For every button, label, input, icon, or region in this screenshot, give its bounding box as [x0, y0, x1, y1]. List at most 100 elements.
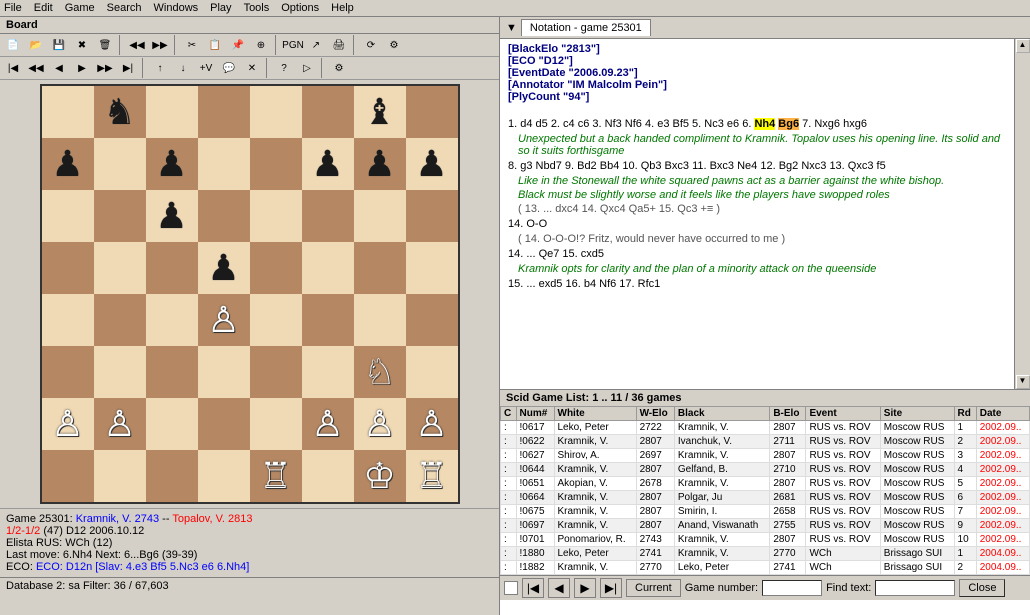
square-3-6[interactable]: [354, 242, 406, 294]
col-event[interactable]: Event: [806, 407, 880, 421]
square-3-2[interactable]: [146, 242, 198, 294]
chess-board[interactable]: ♞♝♟♟♟♟♟♟♟♙♘♙♙♙♙♙♖♔♖: [40, 84, 460, 504]
close-btn[interactable]: ✖: [71, 35, 93, 55]
save-btn[interactable]: 💾: [48, 35, 70, 55]
square-4-1[interactable]: [94, 294, 146, 346]
square-2-1[interactable]: [94, 190, 146, 242]
table-row[interactable]: :!1880Leko, Peter2741Kramnik, V.2770WChB…: [501, 547, 1030, 561]
square-7-2[interactable]: [146, 450, 198, 502]
var-up-btn[interactable]: ↑: [149, 58, 171, 78]
col-rd[interactable]: Rd: [954, 407, 976, 421]
square-6-7[interactable]: ♙: [406, 398, 458, 450]
square-1-4[interactable]: [250, 138, 302, 190]
menu-tools[interactable]: Tools: [244, 2, 270, 14]
square-3-4[interactable]: [250, 242, 302, 294]
square-5-4[interactable]: [250, 346, 302, 398]
square-7-7[interactable]: ♖: [406, 450, 458, 502]
menu-windows[interactable]: Windows: [154, 2, 199, 14]
moves-line-3[interactable]: 14. O-O: [508, 218, 1006, 230]
open-btn[interactable]: 📂: [25, 35, 47, 55]
square-4-2[interactable]: [146, 294, 198, 346]
menu-search[interactable]: Search: [107, 2, 142, 14]
next-btn[interactable]: ▶▶: [149, 35, 171, 55]
col-num[interactable]: Num#: [516, 407, 554, 421]
comment-btn[interactable]: 💬: [218, 58, 240, 78]
game-number-input[interactable]: [762, 580, 822, 596]
square-2-3[interactable]: [198, 190, 250, 242]
square-5-6[interactable]: ♘: [354, 346, 406, 398]
flip-btn[interactable]: ⟳: [360, 35, 382, 55]
square-2-7[interactable]: [406, 190, 458, 242]
square-0-5[interactable]: [302, 86, 354, 138]
square-4-0[interactable]: [42, 294, 94, 346]
square-3-3[interactable]: ♟: [198, 242, 250, 294]
square-7-1[interactable]: [94, 450, 146, 502]
game-list-scroll[interactable]: C Num# White W-Elo Black B-Elo Event Sit…: [500, 406, 1030, 575]
square-6-5[interactable]: ♙: [302, 398, 354, 450]
close-button[interactable]: Close: [959, 579, 1005, 597]
current-button[interactable]: Current: [626, 579, 681, 597]
add-var-btn[interactable]: +V: [195, 58, 217, 78]
square-3-0[interactable]: [42, 242, 94, 294]
col-date[interactable]: Date: [976, 407, 1029, 421]
moves-line-4[interactable]: 14. ... Qe7 15. cxd5: [508, 248, 1006, 260]
col-welo[interactable]: W-Elo: [636, 407, 674, 421]
menu-file[interactable]: File: [4, 2, 22, 14]
square-4-7[interactable]: [406, 294, 458, 346]
table-row[interactable]: :!0627Shirov, A.2697Kramnik, V.2807RUS v…: [501, 449, 1030, 463]
find-text-input[interactable]: [875, 580, 955, 596]
square-6-1[interactable]: ♙: [94, 398, 146, 450]
table-row[interactable]: :!0644Kramnik, V.2807Gelfand, B.2710RUS …: [501, 463, 1030, 477]
square-2-0[interactable]: [42, 190, 94, 242]
back10-btn[interactable]: ◀◀: [25, 58, 47, 78]
square-1-5[interactable]: ♟: [302, 138, 354, 190]
copy-btn[interactable]: 📋: [204, 35, 226, 55]
merge-btn[interactable]: ⊕: [250, 35, 272, 55]
square-5-1[interactable]: [94, 346, 146, 398]
square-2-4[interactable]: [250, 190, 302, 242]
square-2-2[interactable]: ♟: [146, 190, 198, 242]
square-5-3[interactable]: [198, 346, 250, 398]
table-row[interactable]: :!0675Kramnik, V.2807Smirin, I.2658RUS v…: [501, 505, 1030, 519]
square-4-4[interactable]: [250, 294, 302, 346]
nav-back[interactable]: ◀: [548, 578, 570, 598]
nav-start[interactable]: |◀: [522, 578, 544, 598]
print-btn[interactable]: 🖨: [328, 35, 350, 55]
square-0-6[interactable]: ♝: [354, 86, 406, 138]
square-3-1[interactable]: [94, 242, 146, 294]
square-7-5[interactable]: [302, 450, 354, 502]
square-7-4[interactable]: ♖: [250, 450, 302, 502]
square-7-3[interactable]: [198, 450, 250, 502]
square-2-6[interactable]: [354, 190, 406, 242]
square-3-7[interactable]: [406, 242, 458, 294]
export-btn[interactable]: ↗: [305, 35, 327, 55]
square-3-5[interactable]: [302, 242, 354, 294]
paste-btn[interactable]: 📌: [227, 35, 249, 55]
table-row[interactable]: :!0622Kramnik, V.2807Ivanchuk, V.2711RUS…: [501, 435, 1030, 449]
table-row[interactable]: :!0697Kramnik, V.2807Anand, Viswanath275…: [501, 519, 1030, 533]
menu-options[interactable]: Options: [281, 2, 319, 14]
square-1-0[interactable]: ♟: [42, 138, 94, 190]
square-1-6[interactable]: ♟: [354, 138, 406, 190]
square-5-7[interactable]: [406, 346, 458, 398]
delete-btn[interactable]: 🗑: [94, 35, 116, 55]
square-7-6[interactable]: ♔: [354, 450, 406, 502]
square-4-5[interactable]: [302, 294, 354, 346]
square-4-3[interactable]: ♙: [198, 294, 250, 346]
delete-var-btn[interactable]: ✕: [241, 58, 263, 78]
square-5-0[interactable]: [42, 346, 94, 398]
import-pgn-btn[interactable]: PGN: [282, 35, 304, 55]
square-1-3[interactable]: [198, 138, 250, 190]
col-black[interactable]: Black: [674, 407, 769, 421]
table-row[interactable]: :!0701Ponomariov, R.2743Kramnik, V.2807R…: [501, 533, 1030, 547]
cut-btn[interactable]: ✂: [181, 35, 203, 55]
setup-btn[interactable]: ⚙: [383, 35, 405, 55]
col-belo[interactable]: B-Elo: [770, 407, 806, 421]
options2-btn[interactable]: ⚙: [328, 58, 350, 78]
fwd1-btn[interactable]: ▶: [71, 58, 93, 78]
square-0-2[interactable]: [146, 86, 198, 138]
square-6-2[interactable]: [146, 398, 198, 450]
table-row[interactable]: :!1882Kramnik, V.2770Leko, Peter2741WChB…: [501, 561, 1030, 575]
table-row[interactable]: :!0651Akopian, V.2678Kramnik, V.2807RUS …: [501, 477, 1030, 491]
start-btn[interactable]: |◀: [2, 58, 24, 78]
